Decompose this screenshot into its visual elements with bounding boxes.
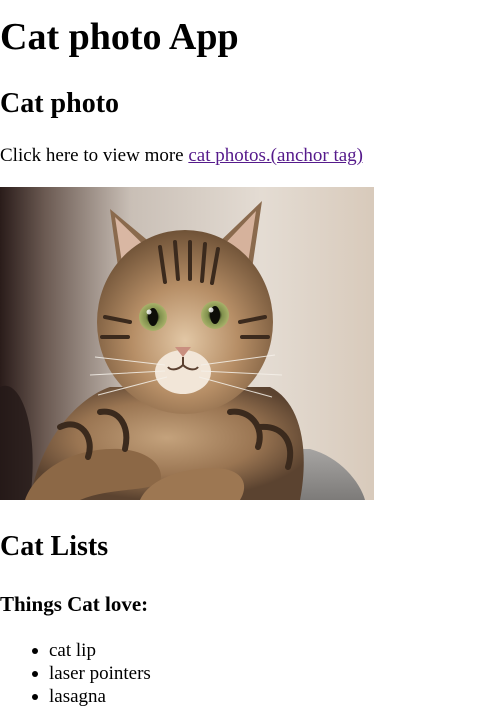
bullet-icon — [32, 671, 38, 677]
list-item: cat lip — [32, 639, 151, 662]
list-item: laser pointers — [32, 662, 151, 685]
list-item-label: lasagna — [49, 686, 106, 707]
bullet-icon — [32, 694, 38, 700]
cat-photo-heading: Cat photo — [0, 88, 120, 119]
list-item-label: cat lip — [49, 640, 96, 661]
intro-text: Click here to view more — [0, 145, 189, 166]
cat-love-list: cat lip laser pointers lasagna — [0, 639, 151, 708]
list-item: lasagna — [32, 685, 151, 708]
list-item-label: laser pointers — [49, 663, 151, 684]
cat-photos-link[interactable]: cat photos.(anchor tag) — [188, 145, 363, 166]
things-cat-love-heading: Things Cat love: — [0, 592, 149, 616]
intro-paragraph: Click here to view more cat photos.(anch… — [0, 143, 363, 169]
page-title: Cat photo App — [0, 16, 239, 58]
cat-lists-heading: Cat Lists — [0, 531, 109, 562]
bullet-icon — [32, 648, 38, 654]
cat-photo-image — [0, 187, 374, 500]
